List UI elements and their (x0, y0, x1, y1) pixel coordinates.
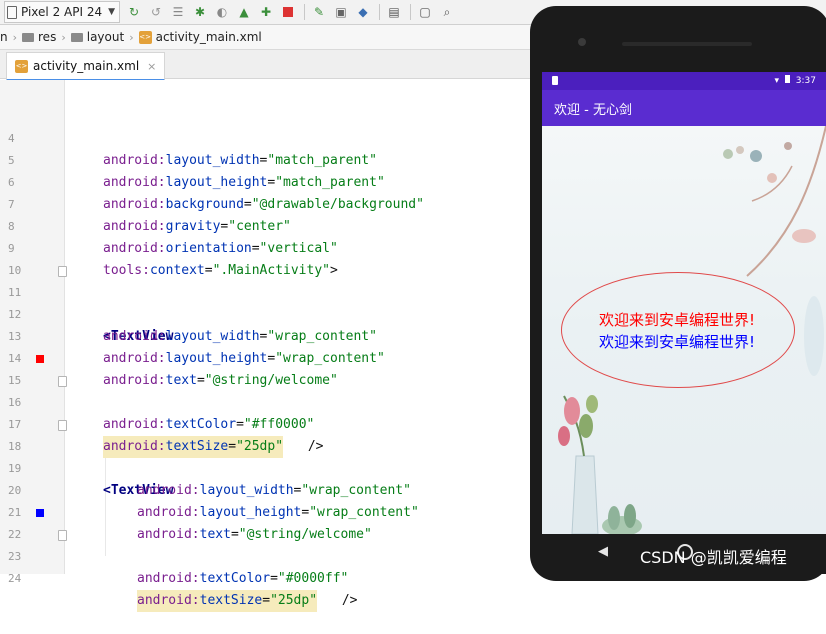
fold-icon[interactable] (58, 266, 67, 277)
sync-icon[interactable]: ↻ (126, 4, 142, 20)
code-line: 20 android:layout_height="wrap_content" (8, 484, 419, 520)
sdk-icon[interactable]: ▣ (333, 4, 349, 20)
watermark: CSDN @凯凯爱编程 (640, 548, 787, 567)
code-line: 15 android:textColor="#ff0000" (0, 348, 540, 432)
stop-icon[interactable] (280, 4, 296, 20)
code-line: 22 android:textColor="#0000ff" (0, 502, 540, 586)
breadcrumb-item-layout[interactable]: layout (70, 30, 124, 44)
code-line: 24 (8, 572, 22, 585)
fold-icon[interactable] (58, 376, 67, 387)
layout-icon[interactable]: ☰ (170, 4, 186, 20)
project-icon[interactable]: ▤ (386, 4, 402, 20)
toolbar-separator (410, 4, 412, 20)
folder-icon (22, 32, 35, 42)
phone-icon (7, 5, 17, 19)
code-line: 17 (8, 418, 22, 431)
tab-label: activity_main.xml (33, 59, 140, 73)
fold-icon[interactable] (58, 420, 67, 431)
code-editor[interactable]: 4 android:layout_width="match_parent" 5 … (0, 80, 540, 612)
color-swatch-red-icon[interactable] (36, 355, 44, 363)
device-selector[interactable]: Pixel 2 API 24 ▼ (4, 1, 121, 23)
search-icon[interactable]: ⌕ (439, 4, 455, 20)
undo-icon[interactable]: ↺ (148, 4, 164, 20)
notification-icon (552, 76, 558, 85)
code-line-partial (0, 80, 540, 90)
code-line: 8 android:orientation="vertical" (8, 220, 338, 256)
code-line: 9 tools:context=".MainActivity"> (8, 242, 338, 278)
chevron-right-icon: › (12, 30, 18, 44)
signal-icon: ▾ (774, 76, 780, 86)
welcome-ellipse (561, 272, 795, 388)
app-title-bar: 欢迎 - 无心剑 (542, 90, 826, 126)
chevron-right-icon: › (61, 30, 66, 44)
folder-icon (70, 32, 83, 42)
code-line: 7 android:gravity="center" (8, 198, 291, 234)
app-title: 欢迎 - 无心剑 (554, 102, 632, 118)
profile-icon[interactable]: ◐ (214, 4, 230, 20)
code-line: 11 <TextView (0, 260, 540, 344)
status-time: 3:37 (795, 76, 816, 86)
welcome-text-red: 欢迎来到安卓编程世界! (598, 311, 755, 329)
fold-icon[interactable] (58, 530, 67, 541)
battery-icon (784, 75, 790, 83)
emulator-screen[interactable]: ▾ 3:37 欢迎 - 无心剑 欢迎来到安卓编程世界! 欢迎来到安卓编程世界! (542, 72, 826, 534)
editor-tabs: <> activity_main.xml × (0, 50, 540, 81)
breadcrumb-item-res[interactable]: res (22, 30, 56, 44)
toolbar-separator (304, 4, 306, 20)
code-line: 13 android:layout_height="wrap_content" (8, 330, 385, 366)
welcome-text-blue: 欢迎来到安卓编程世界! (598, 333, 755, 351)
apply-icon[interactable]: ✚ (258, 4, 274, 20)
code-line: 5 android:layout_height="match_parent" (8, 154, 385, 190)
tab-activity-main[interactable]: <> activity_main.xml × (6, 52, 166, 81)
status-bar: ▾ 3:37 (542, 72, 826, 90)
toolbar-separator (379, 4, 381, 20)
breadcrumb-item-file[interactable]: <> activity_main.xml (138, 30, 262, 44)
close-icon[interactable]: × (147, 60, 156, 73)
back-icon[interactable]: ◀ (598, 544, 608, 559)
debug-icon[interactable]: ✱ (192, 4, 208, 20)
code-line: 14 android:text="@string/welcome" (8, 352, 338, 388)
color-swatch-blue-icon[interactable] (36, 509, 44, 517)
camera-icon (578, 38, 586, 46)
breadcrumb-item-module[interactable]: n (0, 30, 8, 44)
terminal-icon[interactable]: ▢ (417, 4, 433, 20)
code-line: 18 <TextView (0, 414, 540, 498)
code-line: 10 (8, 264, 22, 277)
code-line: 21 android:text="@string/welcome" (8, 506, 372, 542)
device-manager-icon[interactable]: ✎ (311, 4, 327, 20)
xml-file-icon: <> (15, 59, 28, 73)
code-line: 6 android:background="@drawable/backgrou… (8, 176, 424, 212)
android-icon[interactable]: ▲ (236, 4, 252, 20)
device-label: Pixel 2 API 24 (21, 5, 103, 19)
code-line: 12 android:layout_width="wrap_content" (8, 308, 377, 344)
code-line: 16 android:textSize="25dp" /> (0, 370, 540, 458)
code-line: 4 android:layout_width="match_parent" (8, 132, 377, 168)
breadcrumb: n › res › layout › <> activity_main.xml (0, 25, 540, 50)
app-content: 欢迎来到安卓编程世界! 欢迎来到安卓编程世界! (542, 126, 826, 534)
chevron-right-icon: › (129, 30, 134, 44)
xml-file-icon: <> (138, 30, 152, 44)
chevron-down-icon: ▼ (108, 7, 116, 17)
gradle-icon[interactable]: ◆ (355, 4, 371, 20)
code-line: 23 android:textSize="25dp" /> (0, 524, 540, 612)
speaker-grille (622, 42, 752, 46)
code-line: 19 android:layout_width="wrap_content" (8, 462, 411, 498)
